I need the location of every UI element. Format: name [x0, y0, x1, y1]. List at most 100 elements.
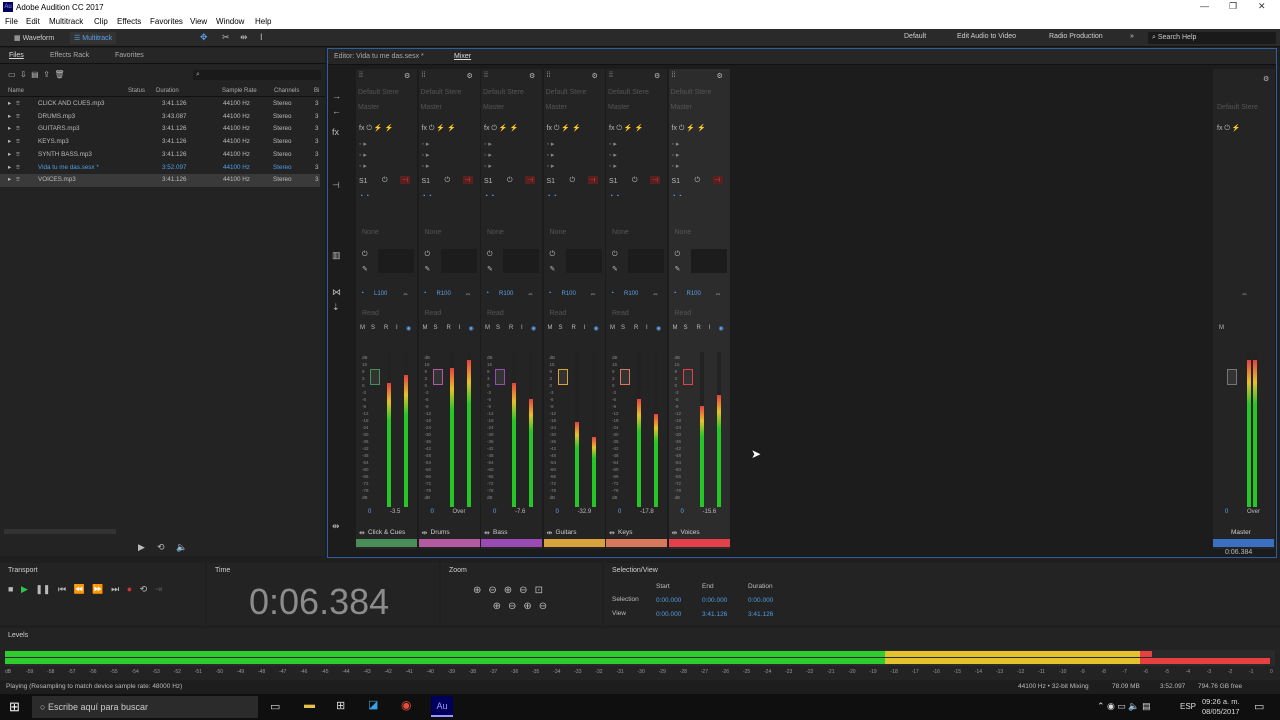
strip-drag-icon[interactable]: ⁞⁞ — [547, 72, 551, 79]
strip-name[interactable]: Drums — [431, 529, 450, 536]
strip-send-prefader-icon[interactable]: ⊣ — [462, 176, 473, 184]
open-file-icon[interactable]: ▭ — [8, 70, 16, 79]
strip-solo-button[interactable]: S — [434, 325, 438, 331]
slip-tool-icon[interactable]: ⇹ — [240, 32, 248, 43]
strip-send-none[interactable]: None — [362, 229, 379, 236]
strip-arm-button[interactable]: R — [447, 325, 451, 331]
clock-time[interactable]: 09:26 a. m. — [1202, 697, 1240, 706]
strip-stereo-icon[interactable]: ⇔ — [652, 291, 659, 298]
strip-fx-icon[interactable]: fx ⏻ ⚡ ⚡ — [484, 124, 518, 133]
strip-fader[interactable] — [682, 369, 693, 385]
strip-record-icon[interactable]: ◉ — [594, 325, 599, 332]
strip-solo-button[interactable]: S — [684, 325, 688, 331]
strip-solo-button[interactable]: S — [371, 325, 375, 331]
strip-fx-slots[interactable]: ◦ ▸ ◦ ▸ ◦ ▸ — [422, 139, 430, 172]
strip-send-label[interactable]: S1 — [547, 178, 556, 185]
strip-send-label[interactable]: S1 — [359, 178, 368, 185]
strip-stereo-icon[interactable]: ⇔ — [402, 291, 409, 298]
strip-eq-edit-icon[interactable]: ✎ — [487, 265, 493, 273]
strip-input-monitor-button[interactable]: I — [396, 325, 398, 331]
strip-output[interactable]: Master — [546, 104, 567, 111]
pause-icon[interactable]: ❚❚ — [35, 584, 50, 594]
strip-solo-button[interactable]: S — [496, 325, 500, 331]
strip-send-label[interactable]: S1 — [609, 178, 618, 185]
strip-input[interactable]: Default Stere — [671, 89, 712, 96]
col-sample-rate[interactable]: Sample Rate — [222, 88, 257, 94]
strip-eq-power-icon[interactable]: ⏻ — [675, 251, 681, 259]
strip-send-prefader-icon[interactable]: ⊣ — [712, 176, 723, 184]
strip-vol-zero[interactable]: 0 — [493, 509, 496, 515]
tab-mixer[interactable]: Mixer — [454, 53, 471, 60]
strip-settings-icon[interactable]: ⚙ — [717, 72, 723, 80]
audition-taskbar-icon[interactable]: Au — [431, 696, 453, 717]
strip-arm-button[interactable]: R — [384, 325, 388, 331]
skip-icon[interactable]: ⇥ — [155, 584, 163, 594]
strip-pan-knob[interactable]: ◔ — [360, 290, 364, 297]
strip-eq-graph[interactable] — [628, 249, 664, 273]
zoom-out-amplitude-icon[interactable]: ⊖ — [488, 585, 503, 596]
strip-send-power-icon[interactable]: ⏻ — [695, 177, 701, 185]
master-fx-icon[interactable]: fx ⏻ ⚡ — [1217, 124, 1241, 133]
strip-fader[interactable] — [432, 369, 443, 385]
strip-eq-power-icon[interactable]: ⏻ — [550, 251, 556, 259]
zoom-out-point-icon[interactable]: ⊖ — [508, 601, 523, 612]
master-vol-knob-value[interactable]: 0 — [1225, 509, 1228, 515]
menu-clip[interactable]: Clip — [94, 17, 108, 26]
fast-forward-icon[interactable]: ⏩ — [92, 584, 103, 594]
menu-help[interactable]: Help — [255, 17, 271, 26]
waveform-tab[interactable]: ▦ Waveform — [10, 32, 58, 44]
strip-send-power-icon[interactable]: ⏻ — [507, 177, 513, 185]
master-preset[interactable]: Default Stere — [1217, 104, 1258, 111]
strip-name[interactable]: Bass — [493, 529, 507, 536]
strip-fx-slots[interactable]: ◦ ▸ ◦ ▸ ◦ ▸ — [547, 139, 555, 172]
strip-input-monitor-button[interactable]: I — [459, 325, 461, 331]
strip-drag-icon[interactable]: ⁞⁞ — [672, 72, 676, 79]
strip-name[interactable]: Voices — [681, 529, 700, 536]
strip-record-icon[interactable]: ◉ — [406, 325, 411, 332]
windows-start-icon[interactable]: ⊞ — [9, 699, 20, 715]
insert-icon[interactable]: ⇪ — [43, 70, 50, 79]
zoom-in-amplitude-icon[interactable]: ⊕ — [473, 585, 488, 596]
master-pan-icon[interactable]: ⇔ — [1241, 291, 1248, 298]
strip-send-power-icon[interactable]: ⏻ — [445, 177, 451, 185]
strip-mute-button[interactable]: M — [673, 325, 678, 331]
strip-pan-value[interactable]: R100 — [624, 291, 638, 297]
strip-fx-icon[interactable]: fx ⏻ ⚡ ⚡ — [422, 124, 456, 133]
razor-tool-icon[interactable]: ✂ — [222, 32, 230, 43]
strip-name[interactable]: Click & Cues — [368, 529, 405, 536]
strip-eq-power-icon[interactable]: ⏻ — [362, 251, 368, 259]
master-fader[interactable] — [1227, 369, 1237, 385]
strip-name[interactable]: Guitars — [556, 529, 577, 536]
strip-settings-icon[interactable]: ⚙ — [529, 72, 535, 80]
strip-pan-value[interactable]: R100 — [562, 291, 576, 297]
eq-icon[interactable]: ▥ — [332, 248, 352, 263]
strip-send-power-icon[interactable]: ⏻ — [570, 177, 576, 185]
strip-send-none[interactable]: None — [675, 229, 692, 236]
language-indicator[interactable]: ESP — [1180, 702, 1196, 711]
strip-eq-graph[interactable] — [565, 249, 602, 273]
menu-multitrack[interactable]: Multitrack — [49, 17, 83, 26]
app-icon[interactable]: ◪ — [368, 698, 378, 711]
strip-input[interactable]: Default Stere — [546, 89, 587, 96]
zoom-tracks-icon[interactable]: ⊖ — [539, 601, 554, 612]
tab-favorites[interactable]: Favorites — [115, 52, 144, 59]
strip-input[interactable]: Default Stere — [483, 89, 524, 96]
strip-automation-read[interactable]: Read — [425, 310, 442, 317]
multitrack-tab[interactable]: ☰ Multitrack — [70, 32, 117, 44]
strip-send-none[interactable]: None — [612, 229, 629, 236]
strip-fader[interactable] — [495, 369, 505, 385]
strip-eq-power-icon[interactable]: ⏻ — [425, 251, 431, 259]
strip-settings-icon[interactable]: ⚙ — [467, 72, 473, 80]
strip-send-prefader-icon[interactable]: ⊣ — [400, 176, 411, 184]
strip-send-label[interactable]: S1 — [422, 178, 431, 185]
strip-input-monitor-button[interactable]: I — [709, 325, 711, 331]
strip-pan-value[interactable]: R100 — [499, 291, 513, 297]
file-row[interactable]: ▸ ≡ SYNTH BASS.mp3 3:41.126 44100 Hz Stereo 3 — [0, 149, 320, 162]
tab-editor[interactable]: Editor: Vida tu me das.sesx * — [334, 53, 424, 60]
zoom-in-point-icon[interactable]: ⊕ — [493, 601, 508, 612]
strip-drag-icon[interactable]: ⁞⁞ — [609, 72, 613, 79]
strip-mute-button[interactable]: M — [610, 325, 615, 331]
strip-send-prefader-icon[interactable]: ⊣ — [525, 176, 536, 184]
strip-vol-zero[interactable]: 0 — [556, 509, 559, 515]
strip-color[interactable] — [543, 539, 605, 547]
